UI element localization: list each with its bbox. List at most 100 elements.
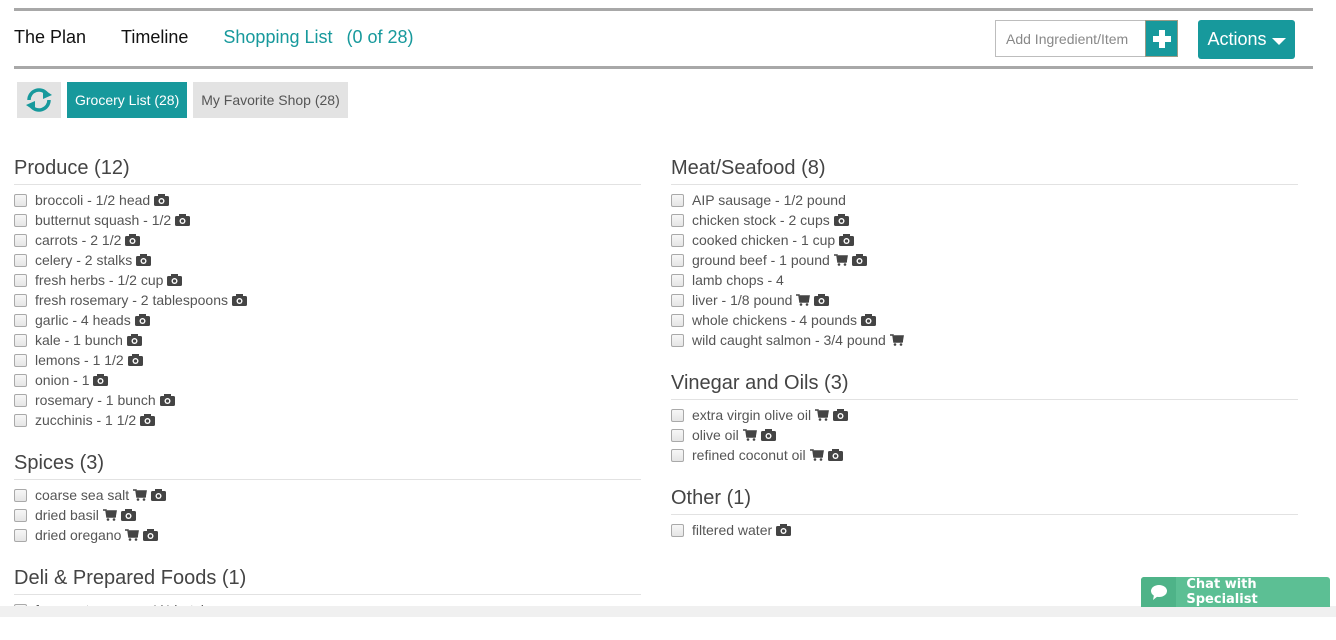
item-label: fresh rosemary - 2 tablespoons bbox=[35, 292, 228, 308]
camera-icon[interactable] bbox=[125, 234, 141, 246]
item-label: celery - 2 stalks bbox=[35, 252, 133, 268]
item-label: dried basil bbox=[35, 507, 99, 523]
camera-icon[interactable] bbox=[175, 214, 191, 226]
cart-icon[interactable] bbox=[809, 449, 824, 461]
category-section: Vinegar and Oils (3) extra virgin olive o… bbox=[671, 370, 1298, 465]
item-checkbox[interactable] bbox=[671, 448, 684, 462]
add-ingredient-input[interactable] bbox=[995, 20, 1145, 57]
category-title: Vinegar and Oils (3) bbox=[671, 370, 1298, 400]
camera-icon[interactable] bbox=[833, 409, 849, 421]
item-checkbox[interactable] bbox=[14, 273, 27, 287]
actions-dropdown-button[interactable]: Actions bbox=[1198, 20, 1295, 59]
list-item: zucchinis - 1 1/2 bbox=[14, 410, 641, 430]
cart-icon[interactable] bbox=[796, 294, 811, 306]
item-checkbox[interactable] bbox=[14, 353, 27, 367]
category-section: Meat/Seafood (8) AIP sausage - 1/2 pound c… bbox=[671, 155, 1298, 350]
chat-label: Chat with Specialist bbox=[1186, 577, 1258, 607]
item-checkbox[interactable] bbox=[14, 528, 27, 542]
item-label: wild caught salmon - 3/4 pound bbox=[692, 332, 886, 348]
item-checkbox[interactable] bbox=[14, 253, 27, 267]
list-item: fresh herbs - 1/2 cup bbox=[14, 270, 641, 290]
horizontal-scrollbar[interactable] bbox=[0, 606, 1336, 617]
cart-icon[interactable] bbox=[833, 254, 848, 266]
item-checkbox[interactable] bbox=[14, 508, 27, 522]
cart-icon[interactable] bbox=[125, 529, 140, 541]
item-checkbox[interactable] bbox=[671, 253, 684, 267]
list-item: rosemary - 1 bunch bbox=[14, 390, 641, 410]
item-checkbox[interactable] bbox=[671, 333, 684, 347]
list-item: lemons - 1 1/2 bbox=[14, 350, 641, 370]
camera-icon[interactable] bbox=[776, 524, 792, 536]
list-item: lamb chops - 4 bbox=[671, 270, 1298, 290]
item-label: lamb chops - 4 bbox=[692, 272, 784, 288]
item-label: butternut squash - 1/2 bbox=[35, 212, 172, 228]
filter-grocery-list[interactable]: Grocery List (28) bbox=[67, 82, 188, 118]
category-title: Meat/Seafood (8) bbox=[671, 155, 1298, 185]
cart-icon[interactable] bbox=[102, 509, 117, 521]
item-label: dried oregano bbox=[35, 527, 122, 543]
item-checkbox[interactable] bbox=[671, 523, 684, 537]
cart-icon[interactable] bbox=[815, 409, 830, 421]
camera-icon[interactable] bbox=[833, 214, 849, 226]
cart-icon[interactable] bbox=[133, 489, 148, 501]
item-checkbox[interactable] bbox=[14, 293, 27, 307]
item-checkbox[interactable] bbox=[14, 413, 27, 427]
add-item-button[interactable] bbox=[1145, 20, 1178, 57]
add-item-group bbox=[995, 20, 1178, 57]
camera-icon[interactable] bbox=[231, 294, 247, 306]
list-item: refined coconut oil bbox=[671, 445, 1298, 465]
list-item: butternut squash - 1/2 bbox=[14, 210, 641, 230]
list-item: chicken stock - 2 cups bbox=[671, 210, 1298, 230]
camera-icon[interactable] bbox=[861, 314, 876, 326]
camera-icon[interactable] bbox=[143, 529, 159, 541]
camera-icon[interactable] bbox=[134, 314, 150, 326]
filter-my-favorite-shop[interactable]: My Favorite Shop (28) bbox=[193, 82, 348, 118]
tab-shopping-list[interactable]: Shopping List (0 of 28) bbox=[223, 27, 413, 48]
item-label: broccoli - 1/2 head bbox=[35, 192, 151, 208]
item-checkbox[interactable] bbox=[14, 393, 27, 407]
camera-icon[interactable] bbox=[851, 254, 867, 266]
camera-icon[interactable] bbox=[140, 414, 156, 426]
camera-icon[interactable] bbox=[839, 234, 855, 246]
cart-icon[interactable] bbox=[742, 429, 757, 441]
refresh-button[interactable] bbox=[17, 82, 61, 118]
item-checkbox[interactable] bbox=[671, 233, 684, 247]
camera-icon[interactable] bbox=[136, 254, 152, 266]
camera-icon[interactable] bbox=[760, 429, 776, 441]
item-checkbox[interactable] bbox=[671, 408, 684, 422]
item-checkbox[interactable] bbox=[671, 313, 684, 327]
camera-icon[interactable] bbox=[159, 394, 175, 406]
item-checkbox[interactable] bbox=[14, 233, 27, 247]
camera-icon[interactable] bbox=[827, 449, 843, 461]
tab-timeline[interactable]: Timeline bbox=[121, 27, 188, 48]
camera-icon[interactable] bbox=[127, 354, 143, 366]
list-item: AIP sausage - 1/2 pound bbox=[671, 190, 1298, 210]
item-checkbox[interactable] bbox=[14, 213, 27, 227]
item-label: zucchinis - 1 1/2 bbox=[35, 412, 137, 428]
item-checkbox[interactable] bbox=[671, 193, 684, 207]
camera-icon[interactable] bbox=[120, 509, 136, 521]
item-checkbox[interactable] bbox=[14, 193, 27, 207]
camera-icon[interactable] bbox=[167, 274, 183, 286]
category-title: Spices (3) bbox=[14, 450, 641, 480]
tab-the-plan[interactable]: The Plan bbox=[14, 27, 86, 48]
camera-icon[interactable] bbox=[126, 334, 142, 346]
item-label: kale - 1 bunch bbox=[35, 332, 123, 348]
camera-icon[interactable] bbox=[151, 489, 167, 501]
camera-icon[interactable] bbox=[154, 194, 170, 206]
item-checkbox[interactable] bbox=[671, 428, 684, 442]
item-checkbox[interactable] bbox=[14, 488, 27, 502]
item-checkbox[interactable] bbox=[671, 293, 684, 307]
item-checkbox[interactable] bbox=[14, 333, 27, 347]
cart-icon[interactable] bbox=[889, 334, 904, 346]
item-checkbox[interactable] bbox=[671, 213, 684, 227]
item-checkbox[interactable] bbox=[14, 373, 27, 387]
camera-icon[interactable] bbox=[814, 294, 830, 306]
camera-icon[interactable] bbox=[93, 374, 109, 386]
list-item: fresh rosemary - 2 tablespoons bbox=[14, 290, 641, 310]
item-checkbox[interactable] bbox=[671, 273, 684, 287]
chat-with-specialist-button[interactable]: Chat with Specialist bbox=[1141, 577, 1330, 607]
item-checkbox[interactable] bbox=[14, 313, 27, 327]
right-column: Meat/Seafood (8) AIP sausage - 1/2 pound c… bbox=[671, 155, 1298, 560]
list-item: extra virgin olive oil bbox=[671, 405, 1298, 425]
